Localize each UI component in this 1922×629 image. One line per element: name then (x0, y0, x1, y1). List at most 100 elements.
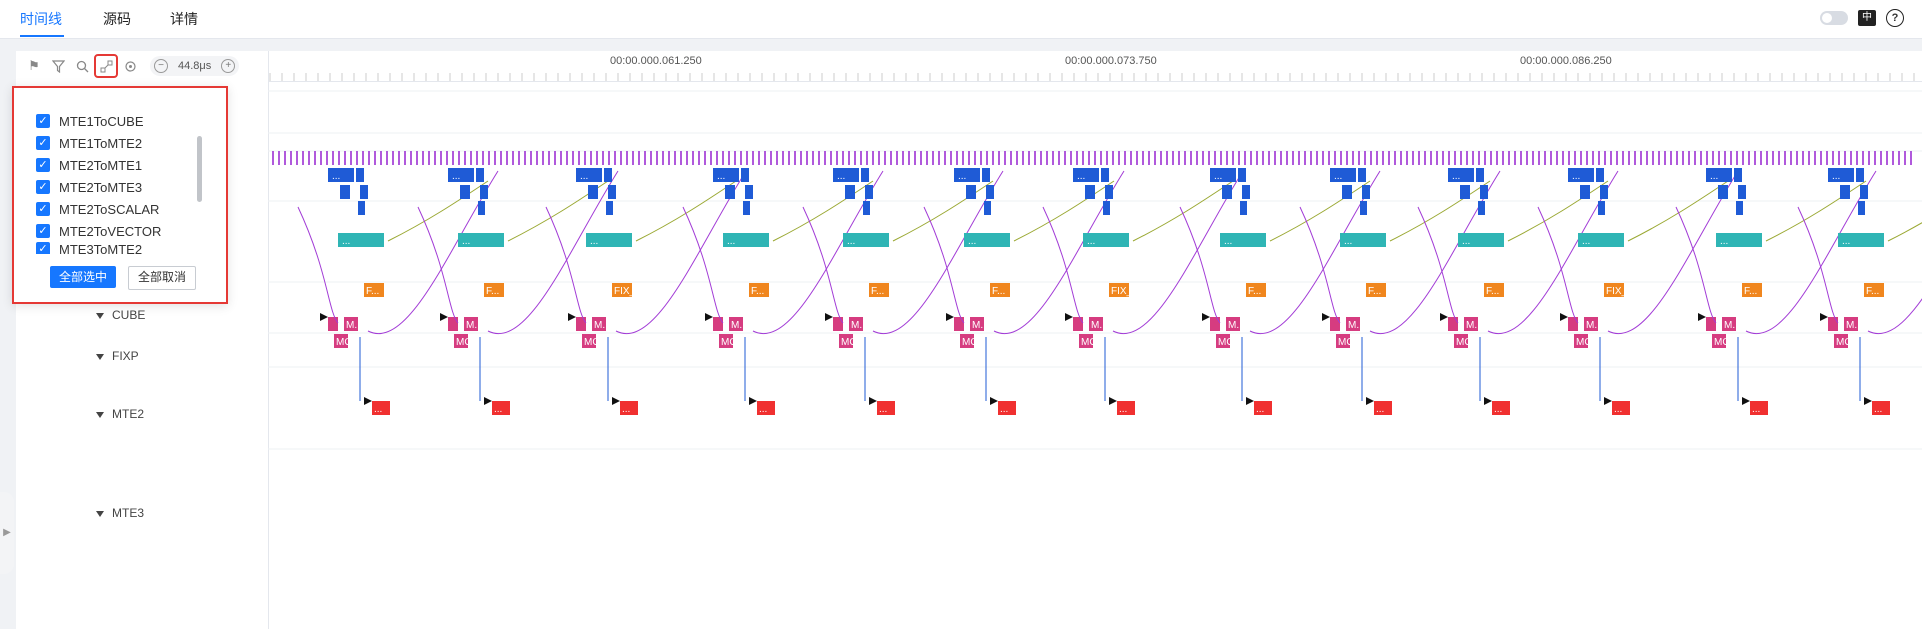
flow-checkbox-item[interactable]: ✓ MTE1ToMTE2 (36, 132, 161, 154)
scalar-tick (944, 151, 946, 165)
checkbox-checked-icon[interactable]: ✓ (36, 114, 50, 128)
vector-block (604, 168, 612, 182)
checkbox-checked-icon[interactable]: ✓ (36, 224, 50, 238)
scalar-tick (674, 151, 676, 165)
arrowhead-marker (364, 397, 372, 405)
scalar-tick (926, 151, 928, 165)
scalar-tick (1214, 151, 1216, 165)
vector-label: ... (452, 171, 460, 182)
dropdown-scrollbar[interactable] (197, 136, 202, 202)
scalar-tick (740, 151, 742, 165)
tab-details[interactable]: 详情 (170, 9, 198, 29)
scalar-tick (302, 151, 304, 165)
flow-arrow (297, 206, 339, 324)
scalar-tick (1010, 151, 1012, 165)
flow-arrow (417, 206, 459, 324)
filter-icon[interactable] (48, 56, 68, 76)
flag-icon[interactable]: ⚑ (24, 56, 44, 76)
arrowhead-marker (869, 397, 877, 405)
theme-toggle[interactable] (1820, 11, 1848, 25)
fixp-label: F... (1744, 286, 1757, 297)
scalar-tick (1496, 151, 1498, 165)
zoom-out-button[interactable]: − (154, 59, 168, 73)
vector-block (865, 185, 873, 199)
scalar-tick (1706, 151, 1708, 165)
scalar-tick (1568, 151, 1570, 165)
scalar-tick (1364, 151, 1366, 165)
timeline-canvas[interactable]: 00:00.000.061.250 00:00.000.073.750 00:0… (268, 51, 1922, 629)
collapse-triangle-icon[interactable] (96, 411, 104, 418)
tab-timeline[interactable]: 时间线 (20, 9, 62, 29)
flow-checkbox-item[interactable]: ✓ MTE3ToMTE2 (36, 242, 161, 254)
flow-checkbox-item[interactable]: ✓ MTE2ToSCALAR (36, 198, 161, 220)
cube-label: ... (1720, 236, 1728, 247)
collapse-triangle-icon[interactable] (96, 353, 104, 360)
scalar-tick (1064, 151, 1066, 165)
lane-label-mte3[interactable]: MTE3 (96, 506, 144, 520)
scalar-tick (1694, 151, 1696, 165)
scalar-tick (962, 151, 964, 165)
flow-checkbox-item[interactable]: ✓ MTE2ToMTE1 (36, 154, 161, 176)
mte3-label: ... (1752, 404, 1760, 415)
help-icon[interactable]: ? (1886, 9, 1904, 27)
zoom-in-button[interactable]: + (221, 59, 236, 73)
select-all-button[interactable]: 全部选中 (50, 266, 117, 288)
scalar-tick (848, 151, 850, 165)
vector-block (588, 185, 598, 199)
scalar-tick (1790, 151, 1792, 165)
scalar-tick (560, 151, 562, 165)
scalar-tick (932, 151, 934, 165)
scalar-tick (326, 151, 328, 165)
mte3-label: ... (1494, 404, 1502, 415)
language-icon[interactable]: 中英 (1858, 10, 1876, 39)
collapse-triangle-icon[interactable] (96, 312, 104, 319)
scalar-tick (590, 151, 592, 165)
lane-label-cube[interactable]: CUBE (96, 308, 145, 322)
checkbox-checked-icon[interactable]: ✓ (36, 136, 50, 150)
scalar-tick (1280, 151, 1282, 165)
scalar-tick (1580, 151, 1582, 165)
scalar-tick (1826, 151, 1828, 165)
vector-label: ... (1334, 171, 1342, 182)
search-icon[interactable] (72, 56, 92, 76)
flow-checkbox-item[interactable]: ✓ MTE2ToMTE3 (36, 176, 161, 198)
tab-source[interactable]: 源码 (103, 9, 131, 29)
scalar-tick (1592, 151, 1594, 165)
scalar-tick (1640, 151, 1642, 165)
arrowhead-marker (1742, 397, 1750, 405)
scalar-tick (644, 151, 646, 165)
lane-label-fixp[interactable]: FIXP (96, 349, 139, 363)
arrowhead-marker (1322, 313, 1330, 321)
link-icon[interactable] (94, 54, 118, 78)
scalar-tick (458, 151, 460, 165)
vector-label: ... (1710, 171, 1718, 182)
scalar-tick (1850, 151, 1852, 165)
vector-block (861, 168, 869, 182)
flow-checkbox-item[interactable]: ✓ MTE1ToCUBE (36, 110, 161, 132)
deselect-all-button[interactable]: 全部取消 (128, 266, 197, 290)
arrowhead-marker (612, 397, 620, 405)
scalar-tick (488, 151, 490, 165)
checkbox-checked-icon[interactable]: ✓ (36, 158, 50, 172)
scalar-tick (1208, 151, 1210, 165)
checkbox-checked-icon[interactable]: ✓ (36, 242, 50, 254)
scalar-tick (1238, 151, 1240, 165)
vector-block (986, 185, 994, 199)
scalar-tick (506, 151, 508, 165)
scalar-tick (1682, 151, 1684, 165)
scalar-tick (1262, 151, 1264, 165)
expand-panel-handle[interactable]: ▶ (0, 492, 14, 574)
scalar-tick (1760, 151, 1762, 165)
scalar-tick (626, 151, 628, 165)
timeline-svg[interactable]: ...... F... M... MO............ F... M... MO..… (268, 51, 1922, 629)
scalar-tick (572, 151, 574, 165)
collapse-triangle-icon[interactable] (96, 510, 104, 517)
checkbox-checked-icon[interactable]: ✓ (36, 202, 50, 216)
flow-arrow (1179, 206, 1221, 324)
checkbox-checked-icon[interactable]: ✓ (36, 180, 50, 194)
scalar-tick (1856, 151, 1858, 165)
lane-label-mte2[interactable]: MTE2 (96, 407, 144, 421)
flow-checkbox-item[interactable]: ✓ MTE2ToVECTOR (36, 220, 161, 242)
mte3-label: ... (1000, 404, 1008, 415)
target-icon[interactable] (120, 56, 140, 76)
